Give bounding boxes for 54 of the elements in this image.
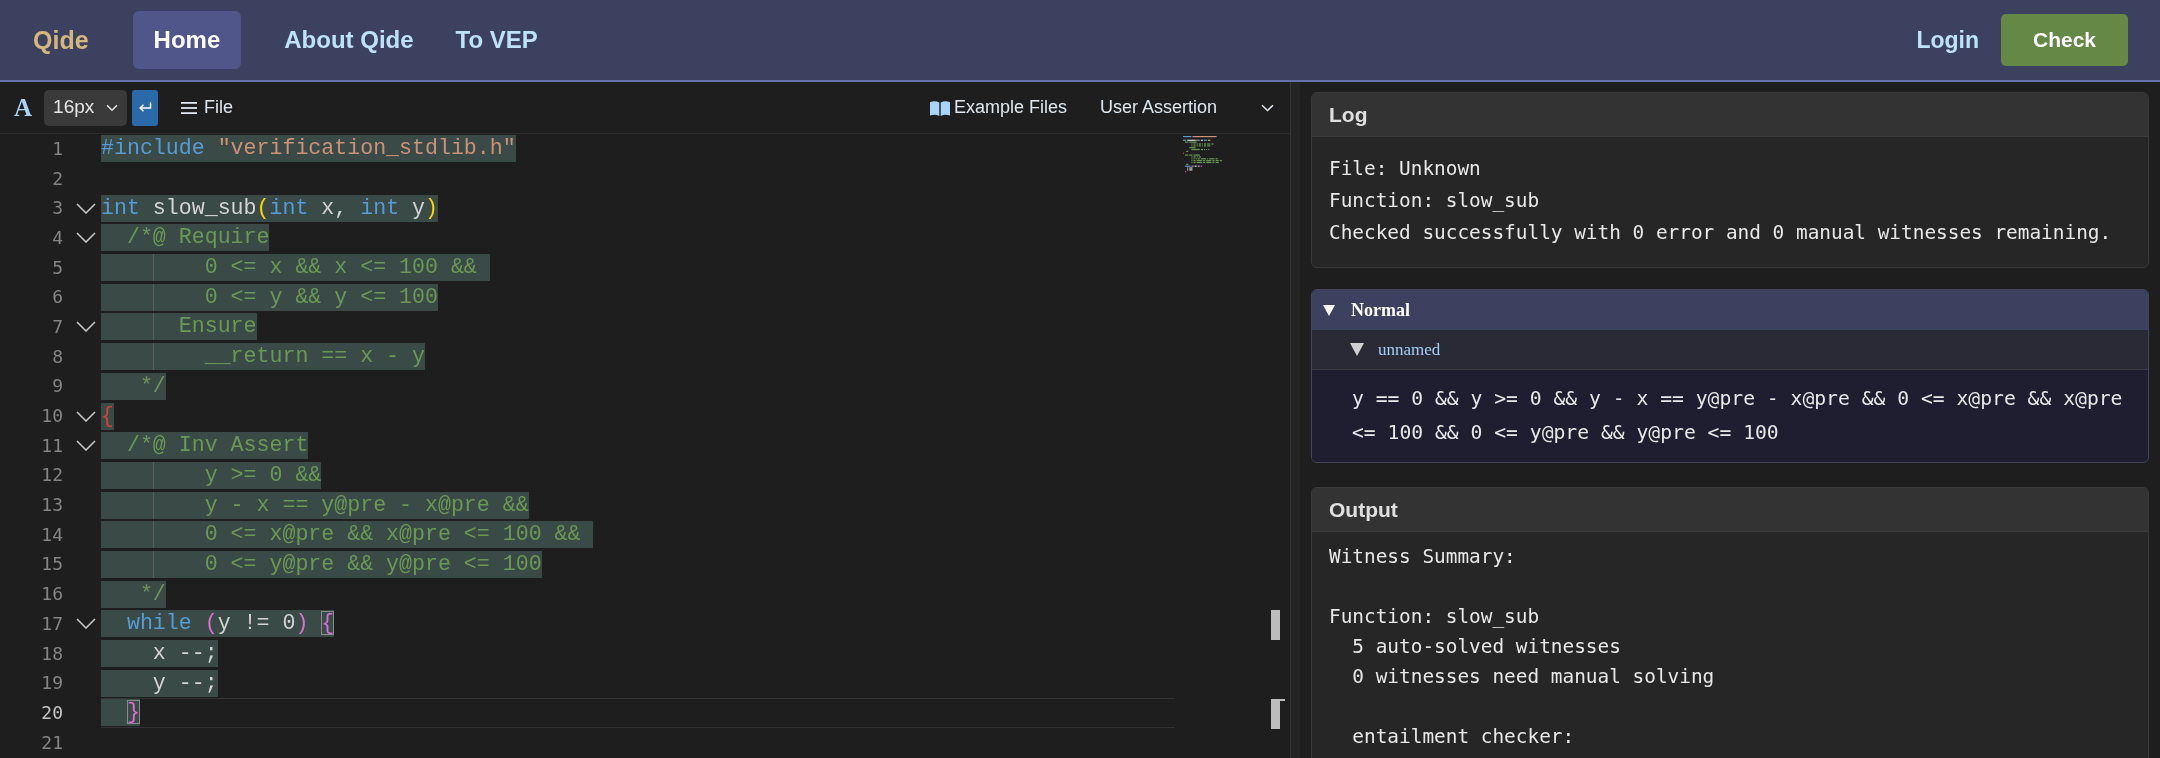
assertion-mode-select[interactable]: User Assertion	[1098, 94, 1280, 121]
scrollbar-marker	[1271, 699, 1285, 729]
group-toggle[interactable]: Normal	[1312, 290, 2148, 330]
file-menu-button[interactable]: File	[181, 94, 234, 121]
log-line: Function: slow_sub	[1329, 188, 1541, 214]
output-text: Witness Summary: Function: slow_sub 5 auto-solved witnesses 0 witnesses need manual solving entailment checker:	[1328, 544, 1716, 750]
nav-link[interactable]: About Qide	[263, 11, 435, 69]
fold-chevron-icon[interactable]	[76, 440, 96, 452]
line-number: 12	[40, 464, 63, 487]
line-number: 7	[51, 315, 63, 338]
fold-chevron-icon[interactable]	[76, 202, 96, 214]
line-number: 4	[51, 226, 63, 249]
nav-link[interactable]: To VEP	[434, 11, 559, 69]
line-number: 14	[40, 523, 63, 546]
font-size-select[interactable]: 16px	[44, 89, 128, 126]
line-number: 11	[40, 434, 63, 457]
check-button[interactable]: Check	[2000, 14, 2128, 66]
fold-chevron-icon[interactable]	[76, 321, 96, 333]
line-number: 5	[51, 256, 63, 279]
line-number: 18	[40, 642, 63, 665]
line-number: 10	[40, 405, 63, 428]
line-number: 13	[40, 494, 63, 517]
brand-logo[interactable]: Qide	[33, 25, 89, 55]
book-icon	[929, 99, 950, 116]
chevron-down-icon	[1261, 103, 1274, 112]
line-number: 8	[51, 345, 63, 368]
line-number: 2	[51, 167, 63, 190]
line-number: 1	[51, 137, 63, 160]
log-line: Checked successfully with 0 error and 0 manual witnesses remaining.	[1329, 220, 2113, 246]
panel-header: Output	[1312, 488, 2148, 532]
line-number: 6	[51, 286, 63, 309]
login-link[interactable]: Login	[1916, 22, 1979, 58]
example-files-button[interactable]: Example Files	[929, 94, 1067, 121]
line-number: 3	[51, 197, 63, 220]
chevron-down-icon	[106, 103, 119, 112]
line-number: 15	[40, 553, 63, 576]
scrollbar-marker	[1271, 610, 1280, 640]
fold-chevron-icon[interactable]	[76, 618, 96, 630]
line-number: 21	[40, 731, 63, 754]
line-number: 16	[40, 583, 63, 606]
line-number: 20	[40, 701, 63, 724]
fold-chevron-icon[interactable]	[76, 232, 96, 244]
log-line: File: Unknown	[1329, 156, 1482, 182]
line-number: 9	[51, 375, 63, 398]
font-size-icon: A	[14, 95, 33, 120]
nav-link[interactable]: Home	[132, 11, 242, 69]
menu-icon	[181, 100, 198, 115]
panel-header: Log	[1312, 93, 2148, 137]
line-number: 17	[40, 612, 63, 635]
subgroup-toggle[interactable]: unnamed	[1312, 330, 2148, 370]
fold-chevron-icon[interactable]	[76, 410, 96, 422]
line-number: 19	[40, 672, 63, 695]
return-arrow-icon	[138, 101, 153, 114]
wrap-toggle-button[interactable]	[132, 89, 159, 126]
